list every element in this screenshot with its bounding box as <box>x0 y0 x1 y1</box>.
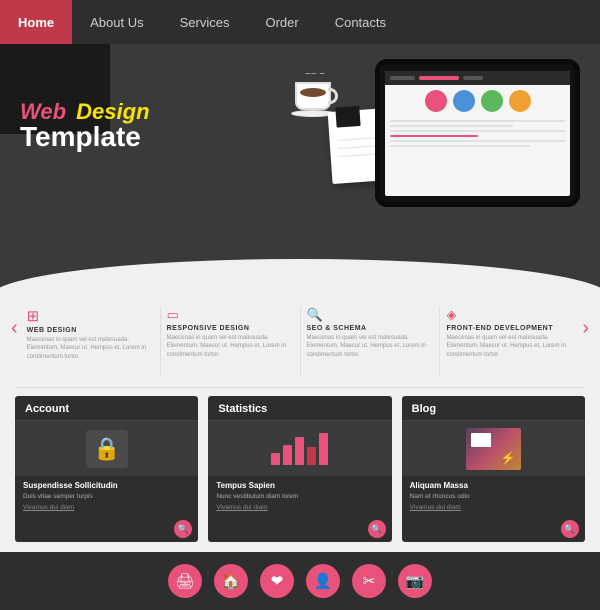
coffee-cup: ~~ ~ <box>295 69 335 117</box>
curved-section <box>0 259 600 297</box>
nav-item-order[interactable]: Order <box>247 15 316 30</box>
card-statistics-body: Tempus Sapien Nunc vestibulum diam lorem… <box>208 476 391 516</box>
nav-item-about[interactable]: About Us <box>72 15 161 30</box>
card-blog: Blog ⚡ Aliquam Massa Nam et rhoncus odio… <box>402 396 585 542</box>
card-statistics-link[interactable]: Vivamus dui diam <box>216 504 383 511</box>
feature-2-icon: ▭ <box>167 307 294 323</box>
cup-body <box>295 82 331 110</box>
cup-handle <box>328 88 338 104</box>
feature-3-icon: 🔍 <box>307 307 434 323</box>
feature-2: ▭ RESPONSIVE DESIGN Maecenas in quam vel… <box>161 302 300 364</box>
card-blog-text: Nam et rhoncus odio <box>410 492 577 501</box>
curve-top <box>0 259 600 297</box>
feature-1-icon: ⊞ <box>27 307 154 325</box>
card-account: Account 🔒 Suspendisse Sollicitudin Duis … <box>15 396 198 542</box>
card-blog-link[interactable]: Vivamus dui diam <box>410 504 577 511</box>
feature-4-text: Maecenas in quam vel est malesuada. Elem… <box>446 334 573 359</box>
card-blog-header: Blog <box>402 396 585 421</box>
feature-2-title: RESPONSIVE DESIGN <box>167 325 294 332</box>
card-blog-body: Aliquam Massa Nam et rhoncus odio Vivamu… <box>402 476 585 516</box>
features-section: ‹ ⊞ WEB DESIGN Maecenas in quam vel est … <box>0 297 600 387</box>
prev-arrow[interactable]: ‹ <box>8 317 21 340</box>
card-account-subtitle: Suspendisse Sollicitudin <box>23 481 190 490</box>
card-statistics-text: Nunc vestibulum diam lorem <box>216 492 383 501</box>
card-statistics-search[interactable]: 🔍 <box>368 520 386 538</box>
nav-home[interactable]: Home <box>0 0 72 44</box>
bottom-icon-home[interactable]: 🏠 <box>214 564 248 598</box>
card-statistics: Statistics Tempus Sapien Nunc vestibulum… <box>208 396 391 542</box>
cup-steam: ~~ ~ <box>295 69 335 80</box>
card-statistics-image <box>208 421 391 476</box>
feature-1-text: Maecenas in quam vel est malesuada. Elem… <box>27 336 154 361</box>
bottom-icon-heart[interactable]: ❤ <box>260 564 294 598</box>
nav-item-services[interactable]: Services <box>162 15 248 30</box>
card-account-search[interactable]: 🔍 <box>174 520 192 538</box>
card-account-image: 🔒 <box>15 421 198 476</box>
nav-item-contacts[interactable]: Contacts <box>317 15 404 30</box>
bottom-icon-print[interactable]: 🖨 <box>168 564 202 598</box>
feature-4-icon: ◈ <box>446 307 573 323</box>
card-account-header: Account <box>15 396 198 421</box>
hero-section: Web Design Template ~~ ~ <box>0 44 600 259</box>
tablet <box>375 59 580 207</box>
card-statistics-subtitle: Tempus Sapien <box>216 481 383 490</box>
feature-2-text: Maecenas in quam vel est malesuada. Elem… <box>167 334 294 359</box>
bottom-nav: 🖨 🏠 ❤ 👤 ✂ 📷 <box>0 552 600 610</box>
bottom-icon-scissors[interactable]: ✂ <box>352 564 386 598</box>
card-account-text: Duis vitae semper turpis <box>23 492 190 501</box>
feature-3-text: Maecenas in quam vel est malesuada. Elem… <box>307 334 434 359</box>
feature-3-title: SEO & SCHEMA <box>307 325 434 332</box>
desk-area: ~~ ~ <box>240 54 580 254</box>
feature-4: ◈ FRONT-END DEVELOPMENT Maecenas in quam… <box>440 302 579 364</box>
bottom-icon-camera[interactable]: 📷 <box>398 564 432 598</box>
card-statistics-header: Statistics <box>208 396 391 421</box>
feature-1: ⊞ WEB DESIGN Maecenas in quam vel est ma… <box>21 302 160 366</box>
card-blog-subtitle: Aliquam Massa <box>410 481 577 490</box>
navigation: Home About Us Services Order Contacts <box>0 0 600 44</box>
card-blog-search[interactable]: 🔍 <box>561 520 579 538</box>
feature-4-title: FRONT-END DEVELOPMENT <box>446 325 573 332</box>
next-arrow[interactable]: › <box>579 317 592 340</box>
feature-3: 🔍 SEO & SCHEMA Maecenas in quam vel est … <box>301 302 440 364</box>
cards-section: Account 🔒 Suspendisse Sollicitudin Duis … <box>0 388 600 552</box>
feature-1-title: WEB DESIGN <box>27 327 154 334</box>
card-account-body: Suspendisse Sollicitudin Duis vitae semp… <box>15 476 198 516</box>
bottom-icon-user[interactable]: 👤 <box>306 564 340 598</box>
hero-title: Web Design Template <box>20 99 150 153</box>
hero-template: Template <box>20 121 150 153</box>
tablet-screen <box>385 71 570 196</box>
card-blog-image: ⚡ <box>402 421 585 476</box>
card-account-link[interactable]: Vivamus dui diam <box>23 504 190 511</box>
